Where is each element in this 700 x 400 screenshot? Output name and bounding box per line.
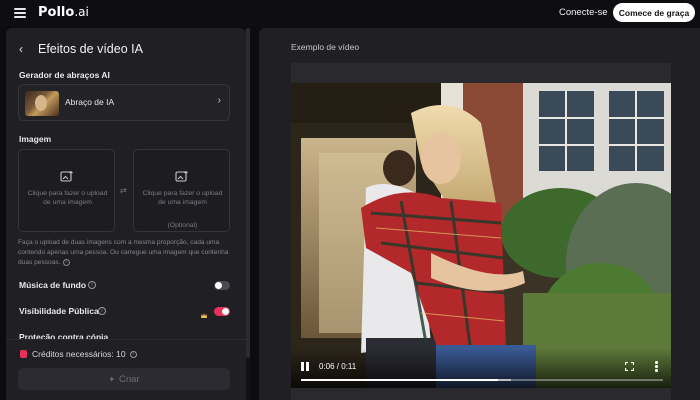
chevron-left-icon[interactable]: ‹	[19, 42, 31, 56]
upload-instruction: Clique para fazer o upload de uma imagem	[142, 190, 223, 206]
more-vertical-icon[interactable]	[655, 361, 658, 372]
video-progress-bar[interactable]	[301, 379, 663, 381]
video-frame: 0:06 / 0:11	[291, 63, 671, 400]
music-label: Música de fundo	[19, 280, 87, 290]
login-link[interactable]: Conecte-se	[559, 7, 608, 18]
logo[interactable]: Pollo.ai	[38, 5, 89, 20]
sparkle-icon: ✦	[108, 374, 116, 384]
music-toggle[interactable]	[214, 281, 230, 290]
pause-icon[interactable]	[301, 362, 310, 371]
info-icon[interactable]: i	[62, 258, 70, 266]
preview-panel: Exemplo de vídeo 0:06 / 0:11	[259, 28, 700, 400]
logo-main: Pollo	[38, 5, 75, 20]
coin-icon	[20, 350, 27, 358]
template-thumbnail	[25, 91, 59, 116]
example-video[interactable]: 0:06 / 0:11	[291, 83, 671, 388]
action-footer: Créditos necessários: 10 i ✦ Criar	[6, 339, 246, 400]
swap-icon[interactable]: ⇄	[120, 186, 127, 195]
premium-icon	[200, 307, 208, 318]
sidebar-scrollbar[interactable]	[246, 28, 250, 400]
upload-box-first[interactable]: Clique para fazer o upload de uma imagem	[18, 149, 115, 232]
credits-info: Créditos necessários: 10 i	[20, 349, 137, 359]
top-navigation-bar: Pollo.ai Conecte-se Comece de graça	[0, 0, 700, 27]
info-icon[interactable]: i	[98, 307, 106, 315]
upload-hint: Faça o upload de duas imagens com a mesm…	[18, 238, 233, 268]
panel-title: Efeitos de vídeo IA	[38, 42, 143, 56]
visibility-toggle[interactable]	[214, 307, 230, 316]
menu-icon[interactable]	[14, 8, 26, 18]
chevron-right-icon: ›	[217, 95, 221, 106]
fullscreen-icon[interactable]	[625, 362, 634, 371]
credits-text: Créditos necessários: 10	[32, 349, 126, 359]
template-name: Abraço de IA	[65, 97, 115, 107]
video-controls: 0:06 / 0:11	[291, 348, 671, 388]
upload-box-second[interactable]: Clique para fazer o upload de uma imagem…	[133, 149, 230, 232]
video-frame-image	[291, 83, 671, 388]
logo-suffix: .ai	[74, 5, 89, 19]
signup-button[interactable]: Comece de graça	[613, 3, 695, 22]
info-icon[interactable]: i	[129, 350, 137, 358]
info-icon[interactable]: i	[88, 281, 96, 289]
upload-hint-text: Faça o upload de duas imagens com a mesm…	[18, 239, 229, 266]
progress-fill	[301, 379, 499, 381]
create-button[interactable]: ✦ Criar	[18, 368, 230, 390]
upload-instruction: Clique para fazer o upload de uma imagem	[27, 190, 108, 206]
visibility-label: Visibilidade Pública	[19, 306, 99, 316]
create-label: Criar	[119, 373, 140, 385]
image-upload-icon	[175, 171, 188, 182]
template-selector[interactable]: Abraço de IA ›	[18, 84, 230, 121]
image-label: Imagem	[19, 134, 52, 144]
optional-label: (Optional)	[167, 222, 198, 229]
generator-label: Gerador de abraços AI	[19, 70, 110, 80]
video-time: 0:06 / 0:11	[319, 362, 357, 371]
example-video-label: Exemplo de vídeo	[291, 42, 360, 52]
image-upload-icon	[60, 171, 73, 182]
